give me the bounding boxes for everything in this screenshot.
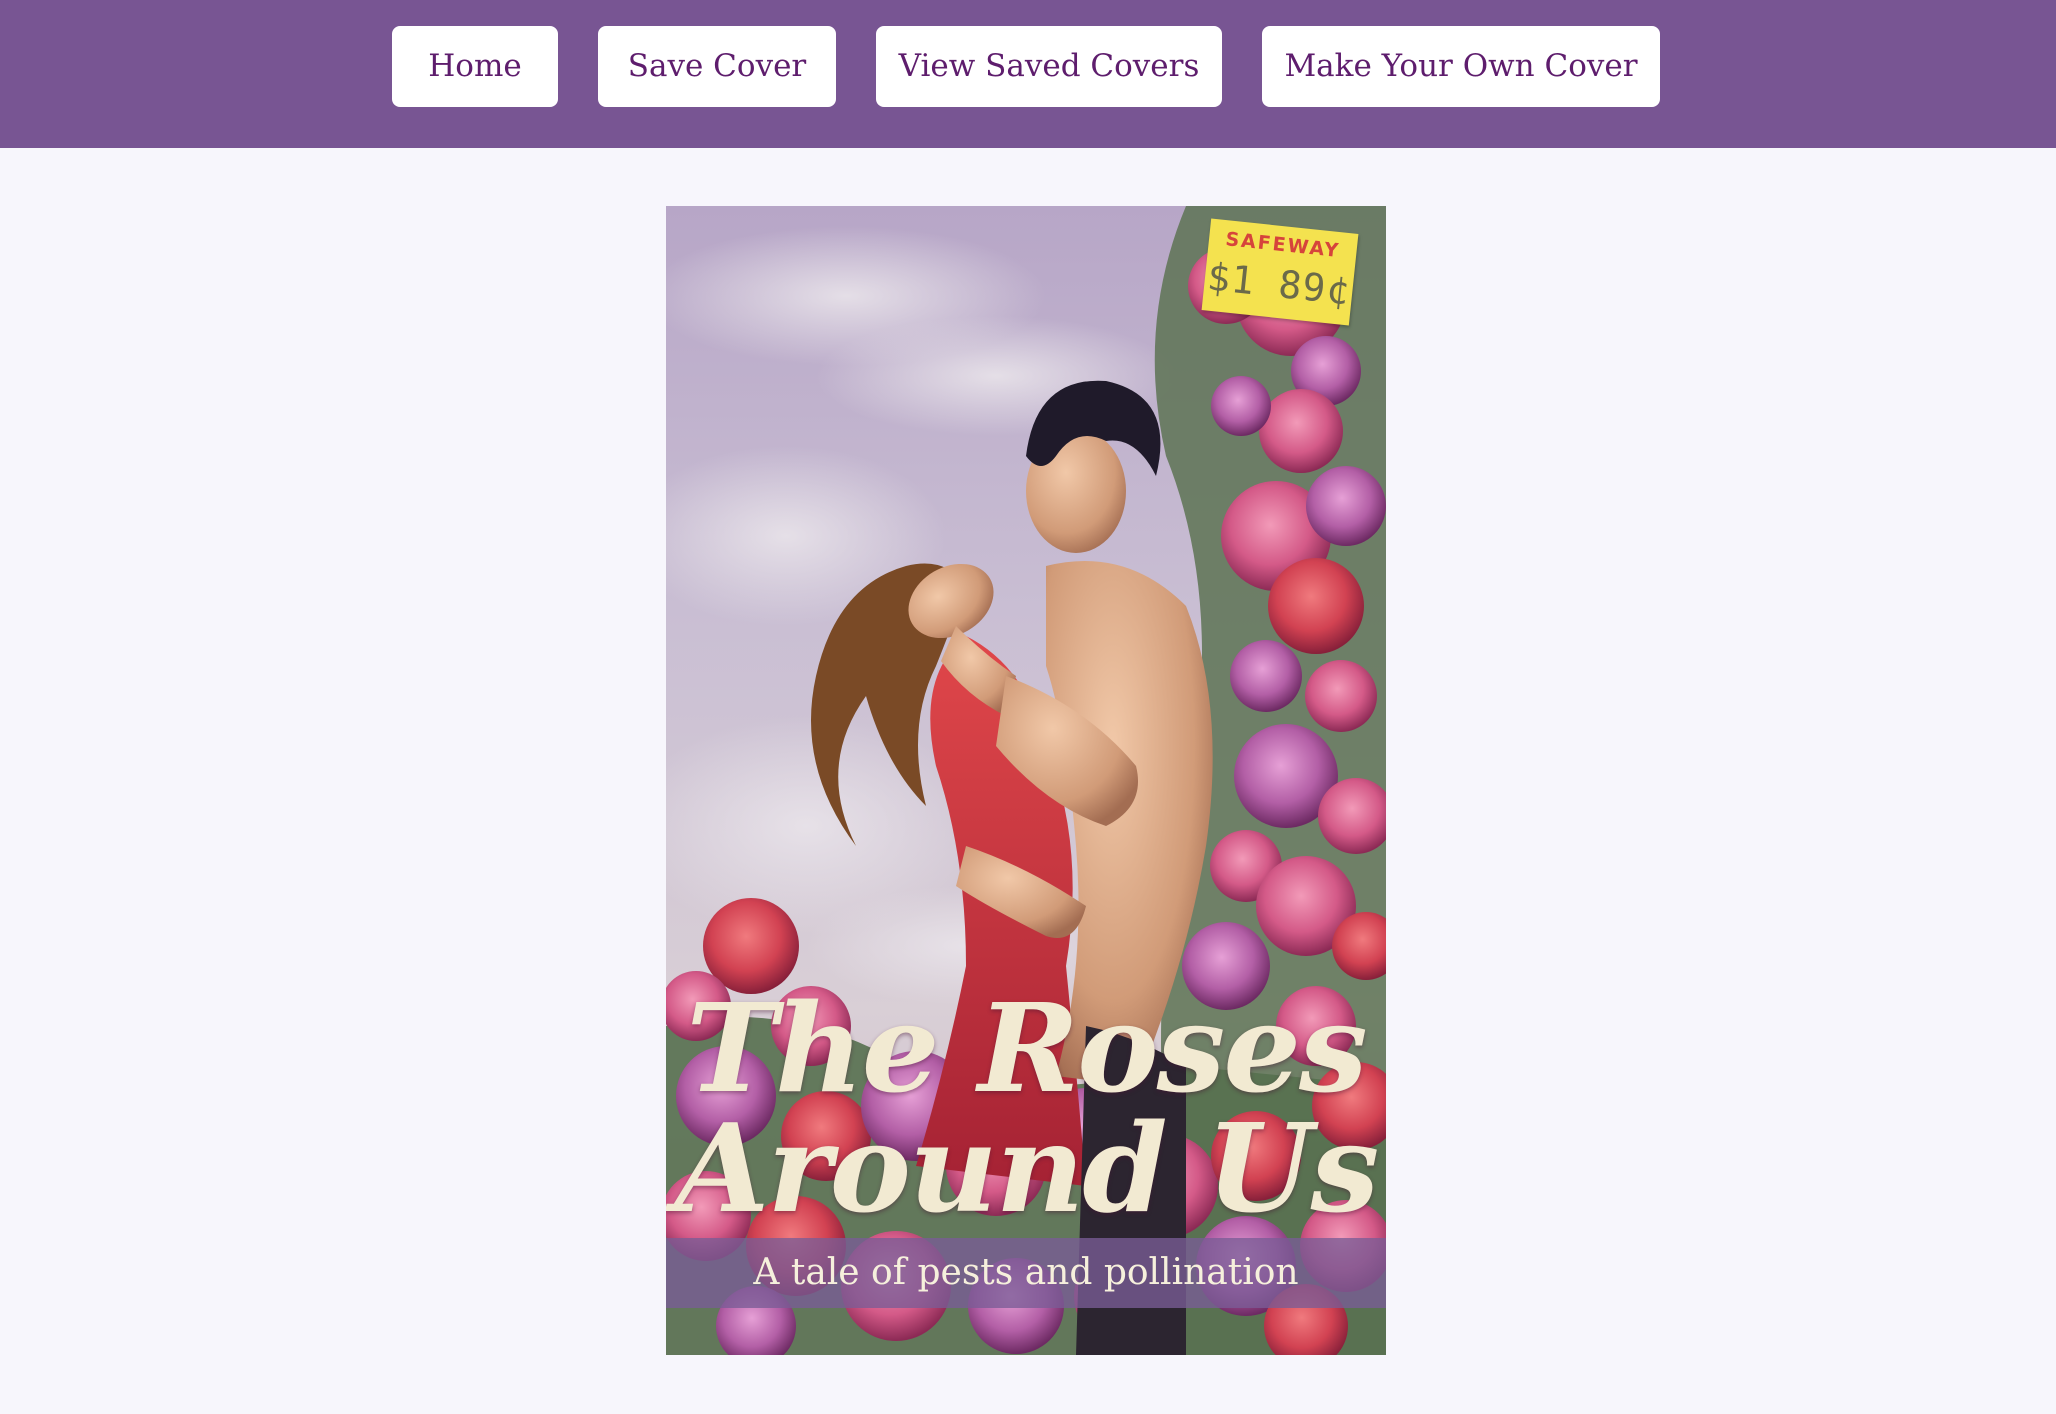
cover-title: The Roses Around Us bbox=[674, 975, 1380, 1240]
save-cover-button[interactable]: Save Cover bbox=[598, 26, 836, 107]
tagline-band: A tale of pests and pollination bbox=[666, 1238, 1386, 1308]
make-your-own-cover-button[interactable]: Make Your Own Cover bbox=[1262, 26, 1660, 107]
price-sticker-price: $1 89¢ bbox=[1205, 254, 1353, 314]
book-cover: SAFEWAY $1 89¢ The Roses Around Us A tal… bbox=[666, 206, 1386, 1355]
home-button[interactable]: Home bbox=[392, 26, 558, 107]
view-saved-covers-button[interactable]: View Saved Covers bbox=[876, 26, 1222, 107]
price-sticker: SAFEWAY $1 89¢ bbox=[1201, 218, 1359, 326]
top-navbar: Home Save Cover View Saved Covers Make Y… bbox=[0, 0, 2056, 148]
cover-tagline: A tale of pests and pollination bbox=[753, 1252, 1299, 1293]
